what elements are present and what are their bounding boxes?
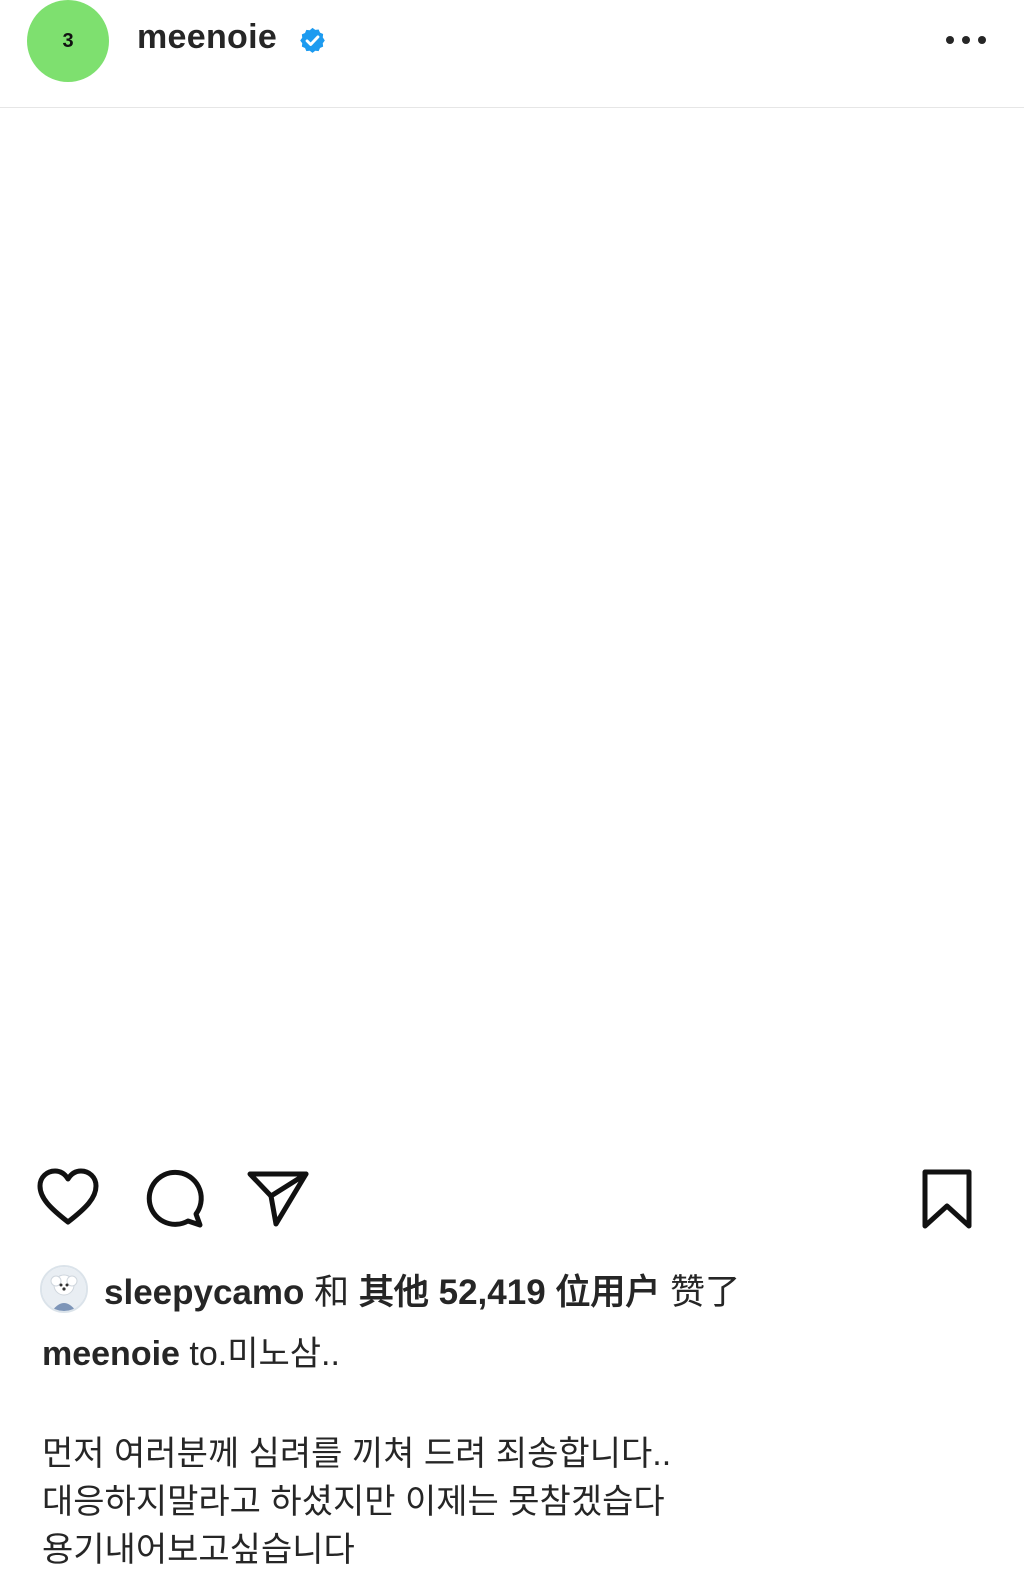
liker-avatar[interactable] [40, 1265, 88, 1313]
dog-avatar-icon [42, 1267, 86, 1311]
comment-icon[interactable] [143, 1168, 205, 1230]
likes-text: sleepycamo 和 其他 52,419 位用户 赞了 [104, 1264, 740, 1315]
caption-line: 먼저 여러분께 심려를 끼쳐 드려 죄송합니다.. [42, 1435, 672, 1473]
caption-line: 용기내어보고싶습니다 [42, 1531, 355, 1569]
likes-summary[interactable]: sleepycamo 和 其他 52,419 位用户 赞了 [40, 1263, 740, 1315]
liker-username[interactable]: sleepycamo [104, 1273, 304, 1312]
caption-line: 대응하지말라고 하셨지만 이제는 못참겠습다 [42, 1483, 665, 1521]
likes-suffix: 赞了 [670, 1272, 741, 1312]
avatar-label: 3 [62, 29, 74, 52]
caption-title-line: meenoie to.미노삼.. [42, 1330, 1002, 1378]
more-options-icon[interactable] [938, 22, 994, 58]
verified-badge-icon [300, 27, 325, 53]
send-icon[interactable] [246, 1168, 310, 1228]
post-header: 3 meenoie [0, 0, 1024, 108]
action-bar [0, 1160, 1024, 1240]
caption-username[interactable]: meenoie [42, 1335, 180, 1373]
likes-connector: 和 [314, 1272, 350, 1312]
likes-others-count[interactable]: 其他 52,419 位用户 [359, 1273, 661, 1312]
post-image[interactable] [0, 109, 1024, 1149]
bookmark-icon[interactable] [920, 1168, 974, 1230]
heart-icon[interactable] [36, 1168, 100, 1228]
caption-title: to.미노삼.. [189, 1335, 340, 1373]
author-username[interactable]: meenoie [137, 18, 277, 57]
author-avatar[interactable]: 3 [27, 0, 109, 82]
